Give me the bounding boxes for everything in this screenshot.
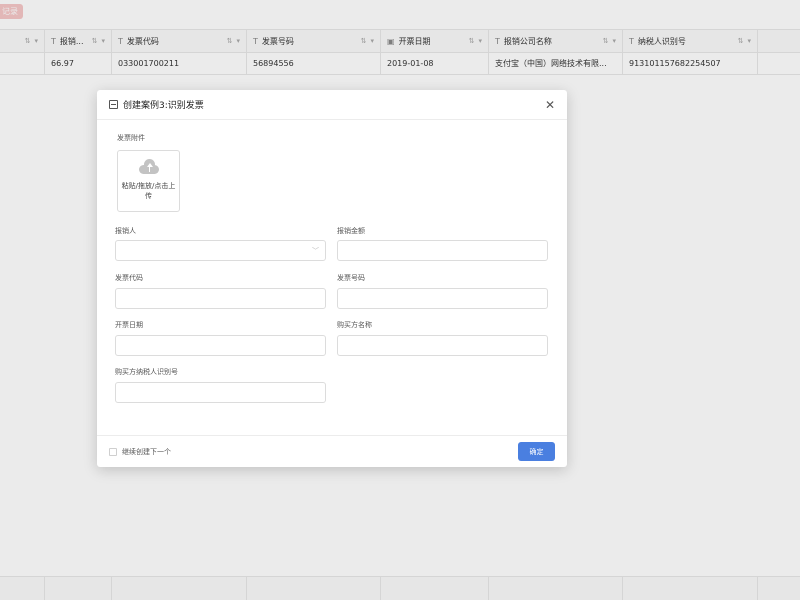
invoice-number-label: 发票号码: [337, 274, 365, 282]
continue-label[interactable]: 继续创建下一个: [122, 447, 518, 457]
dialog-header: 创建案例3:识别发票 ✕: [97, 90, 567, 120]
dialog-title: 创建案例3:识别发票: [123, 101, 204, 111]
reimburser-select[interactable]: ﹀: [115, 240, 326, 261]
amount-label: 报销金额: [337, 227, 365, 235]
upload-dropzone[interactable]: 粘贴/拖放/点击上传: [117, 150, 180, 212]
upload-cloud-icon: [138, 159, 159, 174]
chevron-down-icon: ﹀: [312, 246, 319, 255]
create-record-dialog: 创建案例3:识别发票 ✕ 发票附件 粘贴/拖放/点击上传 报销人 ﹀ 报销金额 …: [97, 90, 567, 467]
reimburser-label: 报销人: [115, 227, 136, 235]
continue-checkbox[interactable]: [109, 447, 117, 456]
form-icon: [109, 100, 118, 109]
buyer-name-input[interactable]: [337, 335, 548, 356]
amount-input[interactable]: [337, 240, 548, 261]
invoice-code-input[interactable]: [115, 288, 326, 309]
invoice-number-input[interactable]: [337, 288, 548, 309]
invoice-code-label: 发票代码: [115, 274, 143, 282]
confirm-button[interactable]: 确定: [518, 442, 555, 461]
invoice-date-input[interactable]: [115, 335, 326, 356]
buyer-tax-id-input[interactable]: [115, 382, 326, 403]
dialog-footer: 继续创建下一个 确定: [97, 435, 567, 467]
buyer-tax-id-label: 购买方纳税人识别号: [115, 368, 178, 376]
attachment-label: 发票附件: [117, 134, 145, 142]
buyer-name-label: 购买方名称: [337, 321, 372, 329]
invoice-date-label: 开票日期: [115, 321, 143, 329]
close-icon[interactable]: ✕: [545, 98, 555, 112]
upload-hint: 粘贴/拖放/点击上传: [121, 182, 176, 200]
